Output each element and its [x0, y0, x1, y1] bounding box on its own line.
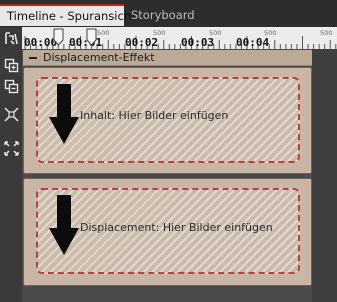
collapse-icon[interactable] — [29, 57, 37, 59]
displacement-dropzone-label: Displacement: Hier Bilder einfügen — [80, 221, 273, 234]
ruler-label-3: 00:03 — [181, 36, 215, 49]
ruler-minor-label-4: 500 — [320, 29, 333, 37]
ungroup-button[interactable] — [2, 77, 20, 95]
ruler-minor-label-3: 500 — [264, 29, 277, 37]
timeline-tool-button[interactable] — [2, 29, 20, 47]
drop-arrow-down-icon — [49, 84, 79, 144]
fit-selection-icon — [3, 106, 19, 122]
fit-all-icon — [3, 140, 19, 156]
ruler-minor-label-0: 500 — [97, 29, 110, 37]
drop-arrow-down-icon — [49, 195, 79, 255]
effect-group-title: Displacement-Effekt — [43, 51, 155, 64]
ruler-label-2: 00:02 — [125, 36, 159, 49]
tab-storyboard[interactable]: Storyboard — [124, 4, 198, 26]
effect-group-header[interactable]: Displacement-Effekt — [23, 50, 312, 66]
tab-bar: Timeline - Spuransicht Storyboard — [0, 0, 337, 28]
left-toolbar — [0, 27, 23, 302]
vertical-scrollbar[interactable] — [312, 49, 337, 302]
loop-start-marker-icon[interactable] — [53, 28, 64, 46]
displacement-track[interactable]: Displacement: Hier Bilder einfügen — [23, 178, 312, 286]
playhead-marker-icon[interactable] — [86, 28, 97, 46]
group-icon — [4, 58, 18, 72]
content-dropzone-label: Inhalt: Hier Bilder einfügen — [80, 109, 229, 122]
fit-all-button[interactable] — [2, 139, 20, 157]
fit-selection-button[interactable] — [2, 105, 20, 123]
ruler-minor-label-2: 500 — [209, 29, 222, 37]
content-dropzone[interactable]: Inhalt: Hier Bilder einfügen — [36, 77, 300, 163]
tab-storyboard-label: Storyboard — [131, 8, 195, 22]
tab-timeline-label: Timeline - Spuransicht — [7, 9, 136, 23]
ungroup-icon — [4, 79, 18, 93]
timeline-tool-icon — [4, 31, 18, 45]
ruler-minor-label-1: 500 — [153, 29, 166, 37]
group-button[interactable] — [2, 56, 20, 74]
content-track[interactable]: Inhalt: Hier Bilder einfügen — [23, 67, 312, 174]
ruler-label-4: 00:04 — [236, 36, 270, 49]
timeline-ruler[interactable]: 00:00 00:01 00:02 00:03 00:04 500 500 50… — [22, 27, 337, 50]
displacement-dropzone[interactable]: Displacement: Hier Bilder einfügen — [36, 188, 300, 274]
tab-timeline[interactable]: Timeline - Spuransicht — [0, 4, 136, 26]
